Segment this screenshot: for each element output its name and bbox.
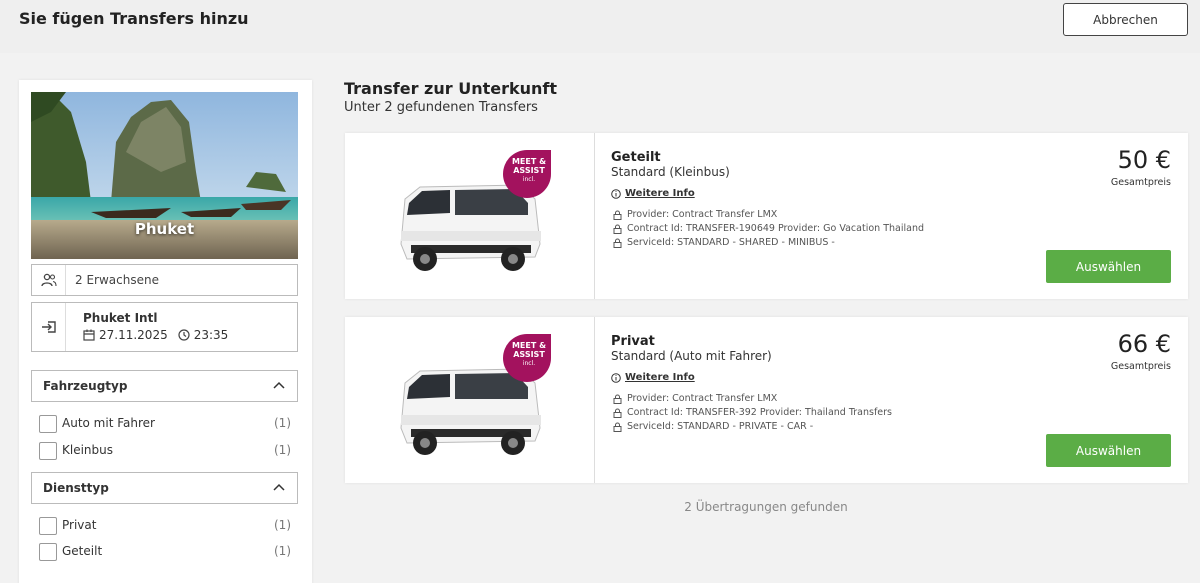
page-title: Sie fügen Transfers hinzu <box>19 9 249 28</box>
sidebar: Phuket 2 Erwachsene Phuket Intl 27.11.20… <box>19 80 312 583</box>
filter-vehicle-type-header[interactable]: Fahrzeugtyp <box>31 370 298 402</box>
badge-line-2: ASSIST <box>513 166 545 175</box>
filter-option-privat[interactable]: Privat (1) <box>39 515 291 535</box>
filter-option-geteilt[interactable]: Geteilt (1) <box>39 541 291 561</box>
chevron-up-icon <box>273 381 285 389</box>
select-button[interactable]: Auswählen <box>1046 434 1171 467</box>
info-icon <box>611 372 621 383</box>
airport-box: Phuket Intl 27.11.2025 23:35 <box>31 302 298 352</box>
vehicle-type: Standard (Auto mit Fahrer) <box>611 349 772 363</box>
vehicle-type: Standard (Kleinbus) <box>611 165 730 179</box>
destination-name: Phuket <box>134 220 195 238</box>
filter-option-label: Auto mit Fahrer <box>62 416 155 430</box>
detail-line: Provider: Contract Transfer LMX <box>613 393 777 404</box>
passenger-box: 2 Erwachsene <box>31 264 298 296</box>
more-info-label[interactable]: Weitere Info <box>625 188 695 199</box>
calendar-icon <box>83 329 95 341</box>
vehicle-image: MEET & ASSIST incl. <box>345 133 595 299</box>
checkbox[interactable] <box>39 517 57 535</box>
detail-text: Contract Id: TRANSFER-392 Provider: Thai… <box>627 407 892 418</box>
detail-line: ServiceId: STANDARD - SHARED - MINIBUS - <box>613 237 835 248</box>
more-info-link[interactable]: Weitere Info <box>611 188 695 199</box>
chevron-up-icon <box>273 483 285 491</box>
cancel-button[interactable]: Abbrechen <box>1063 3 1188 36</box>
transfer-type: Geteilt <box>611 150 661 165</box>
transfer-card: MEET & ASSIST incl. Geteilt Standard (Kl… <box>345 133 1188 299</box>
lock-icon <box>613 394 622 404</box>
destination-image: Phuket <box>31 92 298 259</box>
filter-option-count: (1) <box>274 443 291 457</box>
price-label: Gesamtpreis <box>1110 361 1171 372</box>
detail-line: Contract Id: TRANSFER-392 Provider: Thai… <box>613 407 892 418</box>
badge-line-1: MEET & <box>512 341 546 350</box>
filter-option-count: (1) <box>274 416 291 430</box>
detail-text: Provider: Contract Transfer LMX <box>627 393 778 404</box>
filter-option-count: (1) <box>274 518 291 532</box>
lock-icon <box>613 210 622 220</box>
filter-option-kleinbus[interactable]: Kleinbus (1) <box>39 440 291 460</box>
select-button[interactable]: Auswählen <box>1046 250 1171 283</box>
price: 66 € <box>1117 330 1171 358</box>
filter-title: Diensttyp <box>43 481 109 495</box>
filter-title: Fahrzeugtyp <box>43 379 128 393</box>
price-label: Gesamtpreis <box>1110 177 1171 188</box>
badge-line-3: incl. <box>523 360 535 367</box>
filter-option-label: Kleinbus <box>62 443 113 457</box>
checkbox[interactable] <box>39 415 57 433</box>
results-count: 2 Übertragungen gefunden <box>684 500 848 514</box>
checkbox[interactable] <box>39 442 57 460</box>
badge-line-1: MEET & <box>512 157 546 166</box>
detail-text: ServiceId: STANDARD - PRIVATE - CAR - <box>627 421 814 432</box>
info-icon <box>611 188 621 199</box>
more-info-link[interactable]: Weitere Info <box>611 372 695 383</box>
arrival-icon <box>32 303 66 351</box>
lock-icon <box>613 422 622 432</box>
filter-option-label: Privat <box>62 518 97 532</box>
detail-line: ServiceId: STANDARD - PRIVATE - CAR - <box>613 421 813 432</box>
section-subtitle: Unter 2 gefundenen Transfers <box>344 100 538 115</box>
transfer-card: MEET & ASSIST incl. Privat Standard (Aut… <box>345 317 1188 483</box>
people-icon <box>32 265 66 295</box>
filter-option-count: (1) <box>274 544 291 558</box>
detail-text: Provider: Contract Transfer LMX <box>627 209 778 220</box>
airport-name: Phuket Intl <box>83 311 158 325</box>
transfer-type: Privat <box>611 334 655 349</box>
badge-line-3: incl. <box>523 176 535 183</box>
top-bar: Sie fügen Transfers hinzu Abbrechen <box>0 0 1200 53</box>
arrival-date: 27.11.2025 <box>99 328 168 342</box>
lock-icon <box>613 408 622 418</box>
checkbox[interactable] <box>39 543 57 561</box>
badge-line-2: ASSIST <box>513 350 545 359</box>
more-info-label[interactable]: Weitere Info <box>625 372 695 383</box>
lock-icon <box>613 224 622 234</box>
filter-service-type-header[interactable]: Diensttyp <box>31 472 298 504</box>
price: 50 € <box>1117 146 1171 174</box>
section-title: Transfer zur Unterkunft <box>344 79 557 98</box>
airport-datetime: 27.11.2025 23:35 <box>83 328 228 342</box>
meet-assist-badge: MEET & ASSIST incl. <box>503 150 551 198</box>
passenger-count: 2 Erwachsene <box>75 273 159 287</box>
clock-icon <box>178 329 190 341</box>
detail-text: ServiceId: STANDARD - SHARED - MINIBUS - <box>627 237 835 248</box>
arrival-time: 23:35 <box>193 328 229 342</box>
lock-icon <box>613 238 622 248</box>
detail-line: Contract Id: TRANSFER-190649 Provider: G… <box>613 223 924 234</box>
detail-text: Contract Id: TRANSFER-190649 Provider: G… <box>627 223 924 234</box>
filter-option-label: Geteilt <box>62 544 103 558</box>
meet-assist-badge: MEET & ASSIST incl. <box>503 334 551 382</box>
detail-line: Provider: Contract Transfer LMX <box>613 209 777 220</box>
vehicle-image: MEET & ASSIST incl. <box>345 317 595 483</box>
filter-option-auto-mit-fahrer[interactable]: Auto mit Fahrer (1) <box>39 413 291 433</box>
